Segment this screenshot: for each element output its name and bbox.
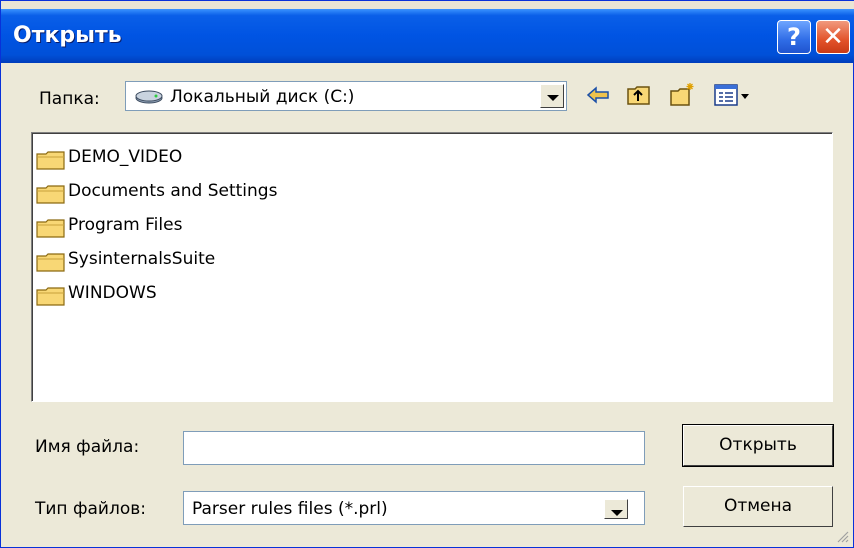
folder-name: DEMO_VIDEO (68, 147, 183, 167)
filename-label: Имя файла: (35, 437, 140, 457)
lookin-label: Папка: (39, 89, 100, 109)
folder-name: WINDOWS (68, 283, 157, 303)
folder-icon (36, 219, 65, 238)
folder-name: Documents and Settings (68, 181, 278, 201)
resize-grip-icon[interactable] (835, 529, 849, 543)
file-list[interactable]: DEMO_VIDEO Documents and Settings Progra… (31, 132, 833, 402)
lookin-dropdown[interactable]: Локальный диск (C:) (125, 81, 567, 111)
folder-name: SysinternalsSuite (68, 249, 216, 269)
dialog-title: Открыть (13, 23, 122, 48)
view-menu-icon[interactable] (713, 81, 753, 109)
up-folder-icon[interactable] (625, 81, 653, 109)
window-top-edge (1, 1, 854, 9)
chevron-down-icon[interactable] (540, 84, 564, 108)
folder-icon (36, 185, 65, 204)
chevron-down-icon[interactable] (604, 499, 628, 519)
folder-icon (36, 287, 65, 306)
open-button[interactable]: Открыть (682, 424, 834, 467)
folder-icon (36, 253, 65, 272)
folder-icon (36, 151, 65, 170)
back-arrow-icon[interactable] (584, 81, 612, 109)
folder-name: Program Files (68, 215, 183, 235)
new-folder-icon[interactable] (669, 81, 697, 109)
title-bar[interactable]: Открыть ? ✕ (1, 9, 854, 63)
help-button[interactable]: ? (777, 20, 811, 54)
local-disk-icon (135, 90, 163, 104)
filetype-label: Тип файлов: (35, 499, 146, 519)
filetype-value: Parser rules files (*.prl) (192, 499, 388, 519)
lookin-value: Локальный диск (C:) (170, 87, 355, 107)
open-file-dialog: Открыть ? ✕ Папка: Локальный диск (C:) D… (0, 0, 854, 548)
cancel-button[interactable]: Отмена (683, 486, 833, 527)
close-button[interactable]: ✕ (816, 20, 850, 54)
filetype-dropdown[interactable]: Parser rules files (*.prl) (183, 491, 645, 525)
filename-input[interactable] (183, 431, 645, 465)
